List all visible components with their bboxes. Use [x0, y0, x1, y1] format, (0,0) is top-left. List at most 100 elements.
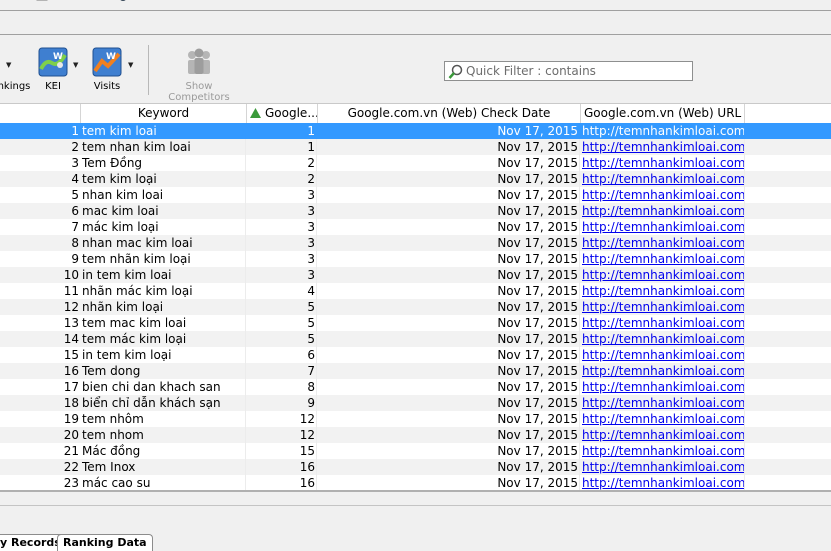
url-link[interactable]: http://temnhankimloai.com... [581, 187, 745, 203]
quick-filter-input[interactable]: Quick Filter : contains [444, 61, 693, 81]
table-row[interactable]: 18 biển chỉ dẫn khách sạn 9 Nov 17, 2015 htt… [0, 395, 831, 411]
row-index: 17 [63, 380, 79, 394]
table-row[interactable]: 5 nhan kim loai 3 Nov 17, 2015 http://temnha… [0, 187, 831, 203]
kei-dropdown-arrow-icon[interactable]: ▼ [73, 61, 78, 69]
table-row[interactable]: 13 tem mac kim loai 5 Nov 17, 2015 http://te… [0, 315, 831, 331]
url-link[interactable]: http://temnhankimloai.com... [581, 283, 745, 299]
url-link[interactable]: http://temnhankimloai.com... [581, 315, 745, 331]
table-row[interactable]: 7 mác kim loại 3 Nov 17, 2015 http://temnhan… [0, 219, 831, 235]
table-row[interactable]: 21 Mác đồng 15 Nov 17, 2015 http://temnhanki… [0, 443, 831, 459]
rank-cell: 5 [247, 299, 317, 315]
url-link[interactable]: http://temnhankimloai.com... [581, 235, 745, 251]
keyword-cell: tem nhan kim loai [81, 139, 246, 155]
url-link[interactable]: http://temnhankimloai.com... [581, 171, 745, 187]
table-row[interactable]: 1 tem kim loai 1 Nov 17, 2015 http://temnhan… [0, 123, 831, 139]
column-header-keyword[interactable]: Keyword [81, 104, 247, 123]
url-link[interactable]: http://temnhankimloai.com... [581, 299, 745, 315]
column-header-google-rank[interactable]: Google.... [247, 104, 318, 123]
table-row[interactable]: 23 mác cao su 16 Nov 17, 2015 http://temnhan… [0, 475, 831, 490]
check-date-cell: Nov 17, 2015 [318, 187, 580, 203]
table-row[interactable]: 19 tem nhôm 12 Nov 17, 2015 http://temnhanki… [0, 411, 831, 427]
keyword-cell: nhãn mác kim loại [81, 283, 246, 299]
check-date-cell: Nov 17, 2015 [318, 395, 580, 411]
row-index: 14 [63, 332, 79, 346]
rank-cell: 3 [247, 219, 317, 235]
report-icon[interactable] [36, 0, 48, 6]
url-link[interactable]: http://temnhankimloai.com... [581, 203, 745, 219]
rankings-button[interactable]: nkings [0, 47, 32, 92]
check-date-cell: Nov 17, 2015 [318, 363, 580, 379]
table-row[interactable]: 9 tem nhãn kim loại 3 Nov 17, 2015 http://te… [0, 251, 831, 267]
table-row[interactable]: 11 nhãn mác kim loại 4 Nov 17, 2015 http://t… [0, 283, 831, 299]
url-link[interactable]: http://temnhankimloai.com... [581, 219, 745, 235]
keyword-cell: Tem dong [81, 363, 246, 379]
rank-cell: 1 [247, 139, 317, 155]
kei-button[interactable]: W KEI [37, 47, 69, 92]
show-competitors-button[interactable]: Show Competitors [155, 47, 243, 103]
keywords-grid: Keyword Google.... Google.com.vn (Web) C… [0, 104, 831, 490]
table-row[interactable]: 4 tem kim loại 2 Nov 17, 2015 http://temnhan… [0, 171, 831, 187]
visits-icon: W [92, 47, 122, 77]
table-row[interactable]: 12 nhãn kim loại 5 Nov 17, 2015 http://temnh… [0, 299, 831, 315]
url-link[interactable]: http://temnhankimloai.com... [581, 395, 745, 411]
top-menu-strip [0, 0, 831, 11]
url-link[interactable]: http://temnhankimloai.com... [581, 139, 745, 155]
check-date-cell: Nov 17, 2015 [318, 219, 580, 235]
row-index: 9 [71, 252, 79, 266]
row-index: 2 [71, 140, 79, 154]
check-date-cell: Nov 17, 2015 [318, 443, 580, 459]
table-row[interactable]: 3 Tem Đồng 2 Nov 17, 2015 http://temnhankiml… [0, 155, 831, 171]
url-link[interactable]: http://temnhankimloai.com... [581, 155, 745, 171]
check-date-cell: Nov 17, 2015 [318, 171, 580, 187]
table-row[interactable]: 20 tem nhom 12 Nov 17, 2015 http://temnhanki… [0, 427, 831, 443]
column-header-url-found[interactable]: Google.com.vn (Web) URL F... [581, 104, 745, 123]
toolbar: ▼ nkings W KEI ▼ W Visits ▼ Show Competi… [0, 35, 831, 104]
table-row[interactable]: 14 tem mác kim loại 5 Nov 17, 2015 http://te… [0, 331, 831, 347]
row-index: 4 [71, 172, 79, 186]
url-link[interactable]: http://temnhankimloai.com... [581, 459, 745, 475]
rank-cell: 16 [247, 475, 317, 490]
url-link[interactable]: http://temnhankimloai.com... [581, 411, 745, 427]
rank-cell: 3 [247, 203, 317, 219]
table-row[interactable]: 17 bien chi dan khach san 8 Nov 17, 2015 htt… [0, 379, 831, 395]
settings-icon[interactable] [117, 0, 129, 6]
table-row[interactable]: 22 Tem Inox 16 Nov 17, 2015 http://temnhanki… [0, 459, 831, 475]
visits-label: Visits [93, 81, 121, 92]
url-link[interactable]: http://temnhankimloai.com... [581, 443, 745, 459]
check-date-cell: Nov 17, 2015 [318, 299, 580, 315]
column-header-google-rank-label: Google.... [265, 106, 318, 120]
url-link[interactable]: http://temnhankimloai.com... [581, 379, 745, 395]
row-index: 11 [63, 284, 79, 298]
url-link[interactable]: http://temnhankimloai.com... [581, 331, 745, 347]
table-row[interactable]: 8 nhan mac kim loai 3 Nov 17, 2015 http://te… [0, 235, 831, 251]
check-date-cell: Nov 17, 2015 [318, 283, 580, 299]
column-header-index[interactable] [0, 104, 81, 123]
url-link[interactable]: http://temnhankimloai.com... [581, 427, 745, 443]
table-row[interactable]: 15 in tem kim loại 6 Nov 17, 2015 http://tem… [0, 347, 831, 363]
table-row[interactable]: 16 Tem dong 7 Nov 17, 2015 http://temnhankim… [0, 363, 831, 379]
table-row[interactable]: 2 tem nhan kim loai 1 Nov 17, 2015 http://te… [0, 139, 831, 155]
keyword-cell: tem kim loại [81, 171, 246, 187]
rank-cell: 6 [247, 347, 317, 363]
check-date-cell: Nov 17, 2015 [318, 123, 580, 139]
visits-dropdown-arrow-icon[interactable]: ▼ [128, 61, 133, 69]
table-row[interactable]: 6 mac kim loai 3 Nov 17, 2015 http://temnhan… [0, 203, 831, 219]
url-link[interactable]: http://temnhankimloai.com... [581, 347, 745, 363]
url-link[interactable]: http://temnhankimloai.com... [581, 363, 745, 379]
table-row[interactable]: 10 in tem kim loai 3 Nov 17, 2015 http://tem… [0, 267, 831, 283]
keyword-cell: mác cao su [81, 475, 246, 490]
keyword-cell: tem mac kim loai [81, 315, 246, 331]
row-index: 18 [63, 396, 79, 410]
keyword-cell: bien chi dan khach san [81, 379, 246, 395]
column-header-check-date[interactable]: Google.com.vn (Web) Check Date [318, 104, 581, 123]
url-link[interactable]: http://temnhankimloai.com... [581, 267, 745, 283]
grid-header: Keyword Google.... Google.com.vn (Web) C… [0, 104, 831, 124]
rankings-label: nkings [0, 81, 31, 92]
url-link[interactable]: http://temnhankimloai.com... [581, 475, 745, 490]
rank-cell: 4 [247, 283, 317, 299]
visits-button[interactable]: W Visits [91, 47, 123, 92]
url-link[interactable]: http://temnhankimloai.com... [581, 123, 745, 139]
rank-cell: 8 [247, 379, 317, 395]
tab-ranking-data[interactable]: Ranking Data [57, 534, 153, 551]
url-link[interactable]: http://temnhankimloai.com... [581, 251, 745, 267]
